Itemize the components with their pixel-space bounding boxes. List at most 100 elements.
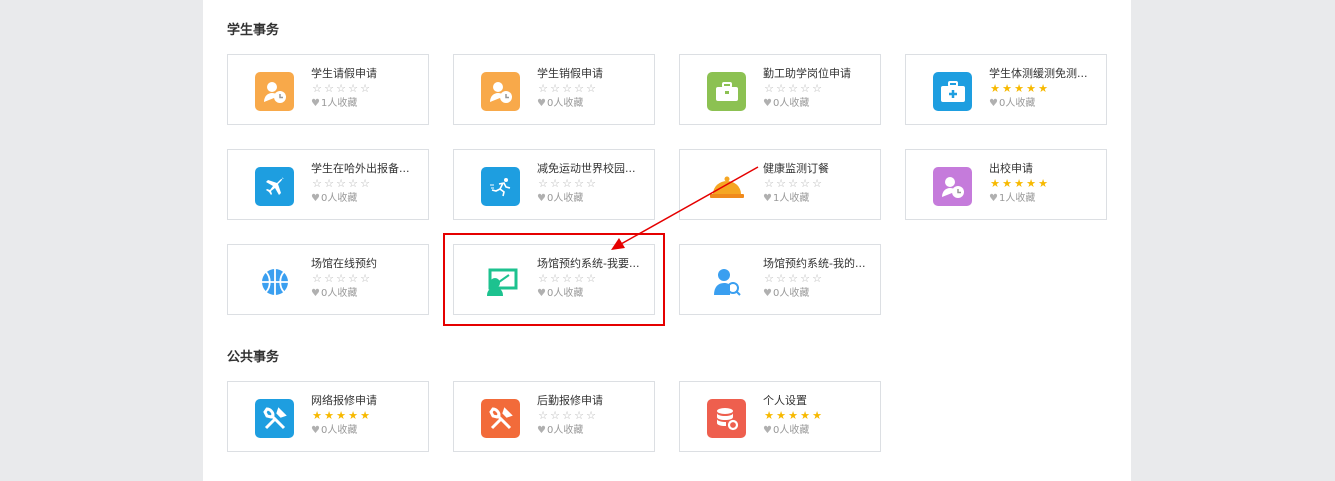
favorites-count[interactable]: ♥0人收藏 — [537, 98, 583, 110]
star-icon[interactable]: ★ — [989, 178, 1001, 190]
star-icon[interactable]: ☆ — [811, 273, 823, 285]
service-card[interactable]: 减免运动世界校园... ☆ ☆ ☆ ☆ ☆ ♥0人收藏 — [453, 149, 655, 220]
star-icon[interactable]: ☆ — [787, 83, 799, 95]
star-icon[interactable]: ★ — [763, 410, 775, 422]
star-icon[interactable]: ★ — [359, 410, 371, 422]
rating-stars[interactable]: ★ ★ ★ ★ ★ — [311, 410, 371, 422]
service-card[interactable]: 场馆预约系统-我的... ☆ ☆ ☆ ☆ ☆ ♥0人收藏 — [679, 244, 881, 315]
favorites-count[interactable]: ♥0人收藏 — [537, 288, 583, 300]
star-icon[interactable]: ☆ — [775, 273, 787, 285]
star-icon[interactable]: ☆ — [561, 83, 573, 95]
star-icon[interactable]: ☆ — [561, 178, 573, 190]
star-icon[interactable]: ☆ — [359, 178, 371, 190]
star-icon[interactable]: ☆ — [585, 410, 597, 422]
service-card[interactable]: 网络报修申请 ★ ★ ★ ★ ★ ♥0人收藏 — [227, 381, 429, 452]
star-icon[interactable]: ☆ — [537, 83, 549, 95]
star-icon[interactable]: ☆ — [537, 410, 549, 422]
star-icon[interactable]: ☆ — [311, 83, 323, 95]
favorites-count[interactable]: ♥1人收藏 — [763, 193, 809, 205]
star-icon[interactable]: ★ — [311, 410, 323, 422]
rating-stars[interactable]: ☆ ☆ ☆ ☆ ☆ — [537, 178, 597, 190]
star-icon[interactable]: ★ — [1001, 83, 1013, 95]
star-icon[interactable]: ★ — [811, 410, 823, 422]
star-icon[interactable]: ☆ — [537, 178, 549, 190]
favorites-count[interactable]: ♥0人收藏 — [989, 98, 1035, 110]
favorites-count[interactable]: ♥0人收藏 — [311, 425, 357, 437]
star-icon[interactable]: ☆ — [775, 178, 787, 190]
star-icon[interactable]: ☆ — [347, 83, 359, 95]
rating-stars[interactable]: ☆ ☆ ☆ ☆ ☆ — [763, 83, 823, 95]
star-icon[interactable]: ☆ — [335, 273, 347, 285]
service-card[interactable]: 学生体测缓测免测... ★ ★ ★ ★ ★ ♥0人收藏 — [905, 54, 1107, 125]
star-icon[interactable]: ☆ — [359, 273, 371, 285]
star-icon[interactable]: ☆ — [561, 410, 573, 422]
star-icon[interactable]: ☆ — [573, 83, 585, 95]
star-icon[interactable]: ☆ — [811, 83, 823, 95]
rating-stars[interactable]: ★ ★ ★ ★ ★ — [989, 83, 1049, 95]
star-icon[interactable]: ☆ — [763, 83, 775, 95]
rating-stars[interactable]: ☆ ☆ ☆ ☆ ☆ — [537, 273, 597, 285]
star-icon[interactable]: ★ — [799, 410, 811, 422]
service-card[interactable]: 学生销假申请 ☆ ☆ ☆ ☆ ☆ ♥0人收藏 — [453, 54, 655, 125]
star-icon[interactable]: ☆ — [549, 410, 561, 422]
star-icon[interactable]: ☆ — [573, 178, 585, 190]
rating-stars[interactable]: ☆ ☆ ☆ ☆ ☆ — [537, 410, 597, 422]
service-card[interactable]: 学生在哈外出报备... ☆ ☆ ☆ ☆ ☆ ♥0人收藏 — [227, 149, 429, 220]
rating-stars[interactable]: ☆ ☆ ☆ ☆ ☆ — [537, 83, 597, 95]
favorites-count[interactable]: ♥0人收藏 — [537, 193, 583, 205]
star-icon[interactable]: ☆ — [335, 83, 347, 95]
favorites-count[interactable]: ♥0人收藏 — [763, 98, 809, 110]
favorites-count[interactable]: ♥1人收藏 — [989, 193, 1035, 205]
star-icon[interactable]: ★ — [335, 410, 347, 422]
favorites-count[interactable]: ♥0人收藏 — [763, 425, 809, 437]
service-card[interactable]: 场馆预约系统-我要... ☆ ☆ ☆ ☆ ☆ ♥0人收藏 — [453, 244, 655, 315]
star-icon[interactable]: ☆ — [549, 83, 561, 95]
favorites-count[interactable]: ♥0人收藏 — [311, 193, 357, 205]
star-icon[interactable]: ☆ — [585, 83, 597, 95]
star-icon[interactable]: ☆ — [311, 273, 323, 285]
rating-stars[interactable]: ☆ ☆ ☆ ☆ ☆ — [763, 273, 823, 285]
service-card[interactable]: 学生请假申请 ☆ ☆ ☆ ☆ ☆ ♥1人收藏 — [227, 54, 429, 125]
star-icon[interactable]: ☆ — [787, 178, 799, 190]
rating-stars[interactable]: ★ ★ ★ ★ ★ — [763, 410, 823, 422]
star-icon[interactable]: ☆ — [763, 178, 775, 190]
star-icon[interactable]: ☆ — [585, 178, 597, 190]
star-icon[interactable]: ☆ — [323, 273, 335, 285]
rating-stars[interactable]: ☆ ☆ ☆ ☆ ☆ — [311, 178, 371, 190]
star-icon[interactable]: ★ — [1013, 83, 1025, 95]
star-icon[interactable]: ☆ — [799, 273, 811, 285]
star-icon[interactable]: ★ — [1025, 178, 1037, 190]
star-icon[interactable]: ☆ — [585, 273, 597, 285]
star-icon[interactable]: ☆ — [347, 178, 359, 190]
star-icon[interactable]: ☆ — [763, 273, 775, 285]
rating-stars[interactable]: ★ ★ ★ ★ ★ — [989, 178, 1049, 190]
star-icon[interactable]: ☆ — [573, 410, 585, 422]
star-icon[interactable]: ☆ — [799, 83, 811, 95]
star-icon[interactable]: ☆ — [311, 178, 323, 190]
star-icon[interactable]: ★ — [787, 410, 799, 422]
service-card[interactable]: 场馆在线预约 ☆ ☆ ☆ ☆ ☆ ♥0人收藏 — [227, 244, 429, 315]
star-icon[interactable]: ☆ — [537, 273, 549, 285]
service-card[interactable]: 后勤报修申请 ☆ ☆ ☆ ☆ ☆ ♥0人收藏 — [453, 381, 655, 452]
star-icon[interactable]: ☆ — [549, 178, 561, 190]
rating-stars[interactable]: ☆ ☆ ☆ ☆ ☆ — [311, 273, 371, 285]
star-icon[interactable]: ☆ — [561, 273, 573, 285]
favorites-count[interactable]: ♥0人收藏 — [311, 288, 357, 300]
star-icon[interactable]: ★ — [323, 410, 335, 422]
service-card[interactable]: 出校申请 ★ ★ ★ ★ ★ ♥1人收藏 — [905, 149, 1107, 220]
star-icon[interactable]: ☆ — [799, 178, 811, 190]
star-icon[interactable]: ★ — [775, 410, 787, 422]
star-icon[interactable]: ★ — [989, 83, 1001, 95]
star-icon[interactable]: ★ — [347, 410, 359, 422]
star-icon[interactable]: ☆ — [323, 178, 335, 190]
star-icon[interactable]: ☆ — [323, 83, 335, 95]
star-icon[interactable]: ★ — [1037, 178, 1049, 190]
service-card[interactable]: 勤工助学岗位申请 ☆ ☆ ☆ ☆ ☆ ♥0人收藏 — [679, 54, 881, 125]
service-card[interactable]: 个人设置 ★ ★ ★ ★ ★ ♥0人收藏 — [679, 381, 881, 452]
star-icon[interactable]: ★ — [1013, 178, 1025, 190]
star-icon[interactable]: ★ — [1025, 83, 1037, 95]
star-icon[interactable]: ☆ — [775, 83, 787, 95]
star-icon[interactable]: ☆ — [811, 178, 823, 190]
star-icon[interactable]: ☆ — [359, 83, 371, 95]
favorites-count[interactable]: ♥0人收藏 — [537, 425, 583, 437]
